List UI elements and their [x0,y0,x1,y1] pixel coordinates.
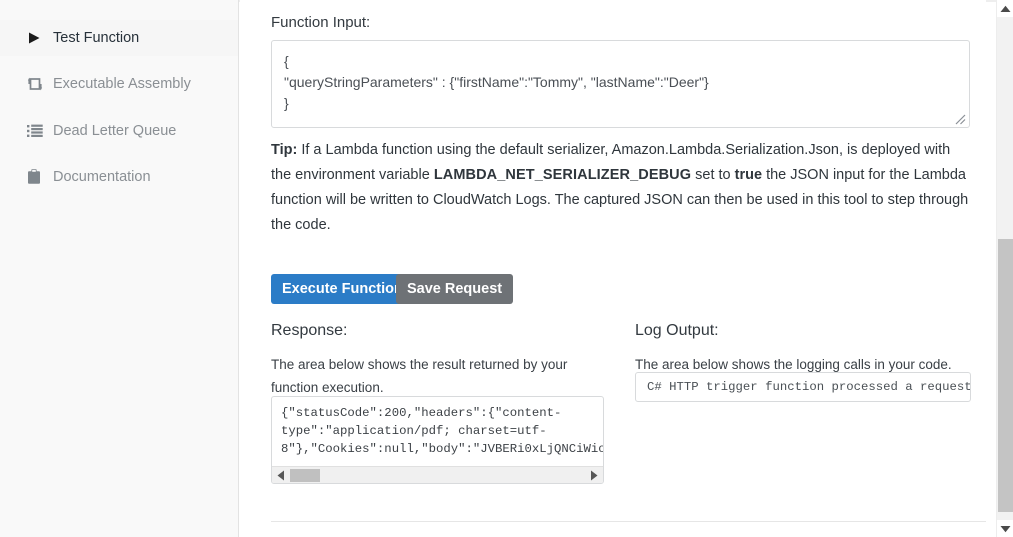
response-output-box[interactable]: {"statusCode":200,"headers":{"content- t… [271,396,604,484]
scrollbar-thumb[interactable] [290,469,320,482]
scrollbar-thumb[interactable] [998,239,1013,512]
function-input-value: { "queryStringParameters" : {"firstName"… [284,53,709,111]
assembly-refresh-icon [27,76,53,92]
app-window: Test Function Executable Assembly Dead L… [0,0,1013,537]
sidebar-item-label: Executable Assembly [53,76,191,92]
log-output-value: C# HTTP trigger function processed a req… [647,380,971,394]
response-heading: Response: [271,322,348,339]
sidebar-item-documentation[interactable]: Documentation [0,159,238,195]
function-input-label: Function Input: [271,14,371,31]
tip-paragraph: Tip: If a Lambda function using the defa… [271,138,971,238]
triangle-up-icon[interactable] [997,0,1013,17]
tip-env-var: LAMBDA_NET_SERIALIZER_DEBUG [433,167,692,183]
triangle-right-icon[interactable] [588,470,599,481]
tip-part2: set to [691,167,735,183]
save-request-button[interactable]: Save Request [396,274,514,304]
sidebar-item-label: Documentation [53,169,151,185]
list-icon [27,124,53,138]
response-description: The area below shows the result returned… [271,357,568,395]
response-horizontal-scrollbar[interactable] [272,466,603,483]
page-scrollbar[interactable] [996,0,1013,537]
log-output-heading: Log Output: [635,322,719,339]
sidebar-item-label: Dead Letter Queue [53,123,177,139]
tip-bold-true: true [734,167,763,183]
triangle-down-icon[interactable] [997,520,1013,537]
triangle-left-icon[interactable] [275,470,286,481]
sidebar-item-label: Test Function [53,30,140,46]
response-output-value: {"statusCode":200,"headers":{"content- t… [281,406,604,456]
sidebar-item-executable-assembly[interactable]: Executable Assembly [0,66,238,102]
clipboard-icon [27,169,53,185]
function-input-textarea[interactable]: { "queryStringParameters" : {"firstName"… [271,40,970,128]
execute-function-button[interactable]: Execute Function [271,274,414,304]
bottom-divider [271,521,986,522]
play-triangle-icon [27,31,53,45]
scrollbar-track[interactable] [997,17,1013,520]
log-output-box[interactable]: C# HTTP trigger function processed a req… [635,372,971,402]
sidebar-item-test-function[interactable]: Test Function [0,20,238,56]
tip-prefix: Tip: [271,142,298,158]
main-content: Function Input: { "queryStringParameters… [240,0,986,537]
sidebar-item-dead-letter-queue[interactable]: Dead Letter Queue [0,113,238,149]
sidebar: Test Function Executable Assembly Dead L… [0,0,239,537]
